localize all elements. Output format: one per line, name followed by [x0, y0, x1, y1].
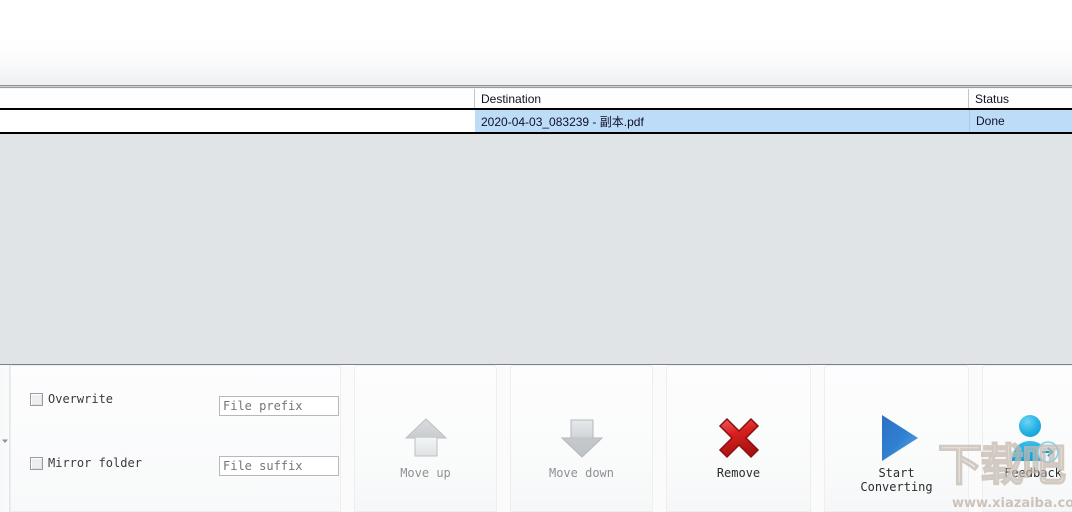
output-options-panel: Overwrite Mirror folder	[10, 365, 341, 512]
cell-source[interactable]	[0, 110, 475, 132]
column-header-source[interactable]	[0, 89, 475, 108]
blue-play-icon	[872, 412, 922, 464]
mirror-folder-label: Mirror folder	[48, 456, 142, 470]
table-row[interactable]: 2020-04-03_083239 - 副本.pdf Done	[0, 110, 1072, 134]
move-down-label: Move down	[548, 466, 615, 480]
overwrite-label: Overwrite	[48, 392, 114, 406]
remove-button[interactable]: Remove	[666, 365, 811, 512]
arrow-down-icon	[559, 412, 605, 464]
file-list-pane[interactable]: Destination Status 2020-04-03_083239 - 副…	[0, 89, 1072, 365]
mirror-folder-option[interactable]: Mirror folder	[30, 456, 142, 470]
move-up-button[interactable]: Move up	[354, 365, 497, 512]
top-preview-pane	[0, 0, 1072, 89]
cell-destination[interactable]: 2020-04-03_083239 - 副本.pdf	[475, 110, 969, 132]
column-header-status[interactable]: Status	[969, 89, 1072, 108]
feedback-label: Feedback	[1004, 466, 1062, 480]
chevron-down-icon[interactable]	[1, 437, 9, 445]
red-cross-icon	[714, 412, 764, 464]
start-converting-button[interactable]: Start Converting	[824, 365, 969, 512]
options-collapse-rail[interactable]	[0, 365, 10, 512]
start-converting-label: Start Converting	[860, 466, 933, 494]
move-down-button[interactable]: Move down	[510, 365, 653, 512]
arrow-up-icon	[403, 412, 449, 464]
feedback-button[interactable]: Feedback	[982, 365, 1072, 512]
file-list-header: Destination Status	[0, 89, 1072, 110]
move-up-label: Move up	[400, 466, 451, 480]
overwrite-option[interactable]: Overwrite	[30, 392, 113, 406]
bottom-toolbar: Overwrite Mirror folder File prefix File…	[0, 365, 1072, 512]
remove-label: Remove	[716, 466, 761, 480]
status-badge: Done	[969, 110, 1072, 132]
mirror-folder-checkbox[interactable]	[30, 456, 43, 470]
file-suffix-input[interactable]	[219, 456, 339, 476]
app-window: Destination Status 2020-04-03_083239 - 副…	[0, 0, 1072, 512]
user-feedback-icon	[1007, 412, 1059, 464]
overwrite-checkbox[interactable]	[30, 392, 43, 406]
file-prefix-input[interactable]	[219, 396, 339, 416]
column-header-destination[interactable]: Destination	[475, 89, 969, 108]
